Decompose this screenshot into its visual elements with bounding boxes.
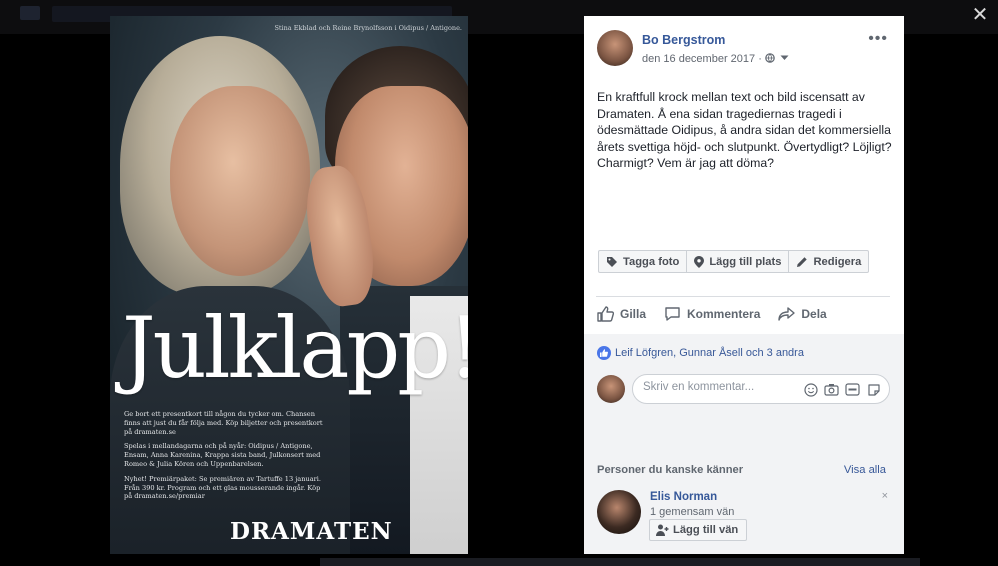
post-side-panel: Bo Bergstrom den 16 december 2017 · ••• … [584, 16, 904, 554]
poster-paragraph: Ge bort ett presentkort till någon du ty… [124, 410, 323, 436]
location-pin-icon [694, 255, 705, 268]
gif-icon[interactable] [845, 382, 860, 397]
privacy-globe-icon[interactable] [765, 53, 778, 65]
tag-icon [607, 256, 617, 267]
poster-credit: Stina Ekblad och Reine Brynolfsson i Oid… [274, 24, 462, 32]
reactions-comments-section: Leif Löfgren, Gunnar Åsell och 3 andra S… [584, 334, 904, 554]
poster-paragraph: Spelas i mellandagarna och på nyår: Oidi… [124, 442, 321, 468]
share-arrow-icon [778, 307, 796, 321]
more-options-icon[interactable]: ••• [868, 30, 888, 48]
viewer-avatar[interactable] [597, 375, 625, 403]
thumbs-up-icon [597, 306, 614, 322]
add-place-button[interactable]: Lägg till plats [687, 251, 790, 272]
poster-body: Ge bort ett presentkort till någon du ty… [124, 410, 329, 507]
comment-composer [632, 374, 890, 404]
share-button[interactable]: Dela [778, 306, 827, 322]
poster-paragraph: Nyhet! Premiärpaket: Se premiären av Tar… [124, 474, 322, 501]
suggested-person-avatar[interactable] [597, 490, 641, 534]
reactions-summary[interactable]: Leif Löfgren, Gunnar Åsell och 3 andra [597, 346, 804, 360]
like-reaction-icon [597, 346, 611, 360]
pencil-icon [797, 256, 808, 267]
tag-photo-label: Tagga foto [623, 255, 680, 268]
divider [596, 296, 890, 297]
post-text: En kraftfull krock mellan text och bild … [597, 90, 892, 170]
add-friend-label: Lägg till vän [673, 524, 739, 536]
add-place-label: Lägg till plats [709, 255, 782, 268]
comment-button[interactable]: Kommentera [664, 306, 760, 322]
add-friend-button[interactable]: Lägg till vän [649, 519, 748, 541]
dismiss-suggestion-close-icon[interactable]: × [882, 490, 888, 502]
suggested-person-name[interactable]: Elis Norman [650, 491, 717, 503]
close-viewer-button[interactable]: ✕ [968, 3, 992, 27]
comment-input[interactable] [643, 381, 793, 393]
tag-photo-button[interactable]: Tagga foto [599, 251, 688, 272]
share-label: Dela [801, 307, 827, 321]
poster-headline: Julklapp! [122, 299, 468, 397]
comment-tools [797, 382, 881, 397]
post-actions: Gilla Kommentera Dela [597, 306, 845, 322]
mutual-friends-count[interactable]: 1 gemensam vän [650, 506, 734, 518]
background-icon [20, 6, 40, 20]
like-label: Gilla [620, 307, 647, 321]
comment-bubble-icon [665, 307, 680, 321]
reactions-text: Leif Löfgren, Gunnar Åsell och 3 andra [615, 347, 804, 359]
people-you-may-know-heading: Personer du kanske känner [597, 464, 744, 476]
poster-brand-logo: DRAMATEN [230, 518, 393, 545]
post-date[interactable]: den 16 december 2017 · [642, 53, 765, 65]
like-button[interactable]: Gilla [597, 306, 646, 322]
privacy-chevron-down-icon[interactable] [778, 53, 789, 65]
edit-label: Redigera [813, 255, 862, 268]
emoji-icon[interactable] [803, 382, 818, 397]
add-friend-icon [656, 524, 669, 536]
photo-tools: Tagga foto Lägg till plats Redigera [598, 250, 870, 273]
photo-figure-woman-face [170, 86, 310, 276]
sticker-icon[interactable] [866, 382, 881, 397]
author-avatar[interactable] [597, 30, 633, 66]
comment-label: Kommentera [687, 307, 761, 321]
background-bottom-strip [320, 558, 920, 566]
camera-icon[interactable] [824, 382, 839, 397]
edit-button[interactable]: Redigera [789, 251, 868, 272]
post-photo[interactable]: Stina Ekblad och Reine Brynolfsson i Oid… [110, 16, 468, 554]
author-name[interactable]: Bo Bergstrom [642, 33, 725, 47]
see-all-link[interactable]: Visa alla [844, 464, 886, 476]
post-meta: den 16 december 2017 · [642, 53, 789, 65]
